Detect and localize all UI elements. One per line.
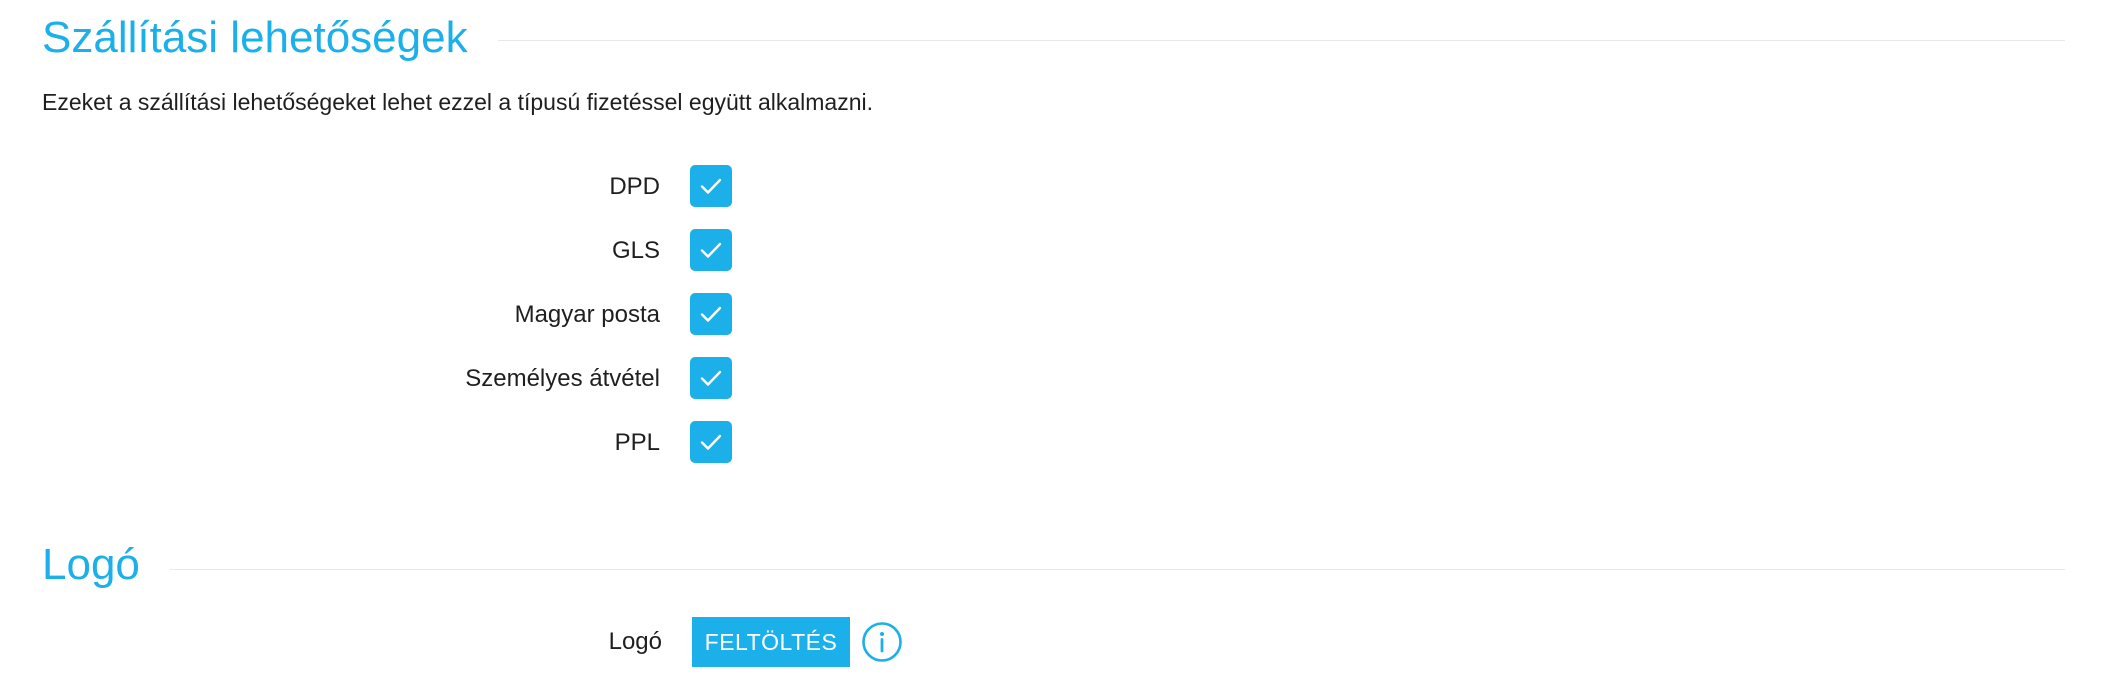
shipping-option-gls: GLS xyxy=(0,229,760,273)
gls-checkbox[interactable] xyxy=(690,229,732,271)
logo-section-header: Logó xyxy=(42,543,2065,587)
upload-button[interactable]: FELTÖLTÉS xyxy=(692,617,850,667)
szemelyes-atvetel-checkbox[interactable] xyxy=(690,357,732,399)
shipping-description: Ezeket a szállítási lehetőségeket lehet … xyxy=(42,89,874,115)
option-label: Személyes átvétel xyxy=(465,365,660,392)
logo-field-row: Logó FELTÖLTÉS xyxy=(0,617,1000,667)
shipping-option-szemelyes-atvetel: Személyes átvétel xyxy=(0,357,760,401)
shipping-option-magyar-posta: Magyar posta xyxy=(0,293,760,337)
magyar-posta-checkbox[interactable] xyxy=(690,293,732,335)
option-label: Magyar posta xyxy=(514,301,660,328)
check-icon xyxy=(700,370,722,386)
shipping-section-title: Szállítási lehetőségek xyxy=(42,13,468,62)
shipping-option-ppl: PPL xyxy=(0,421,760,465)
section-divider xyxy=(497,39,2065,41)
check-icon xyxy=(700,178,722,194)
dpd-checkbox[interactable] xyxy=(690,165,732,207)
ppl-checkbox[interactable] xyxy=(690,421,732,463)
shipping-section-header: Szállítási lehetőségek xyxy=(42,16,2065,60)
check-icon xyxy=(700,434,722,450)
option-label: PPL xyxy=(614,429,660,456)
option-label: DPD xyxy=(609,173,660,200)
check-icon xyxy=(700,242,722,258)
check-icon xyxy=(700,306,722,322)
logo-field-label: Logó xyxy=(608,628,662,655)
info-icon[interactable] xyxy=(861,621,903,663)
option-label: GLS xyxy=(611,237,660,264)
logo-section-title: Logó xyxy=(42,540,140,589)
shipping-option-dpd: DPD xyxy=(0,165,760,209)
section-divider xyxy=(169,568,2065,570)
